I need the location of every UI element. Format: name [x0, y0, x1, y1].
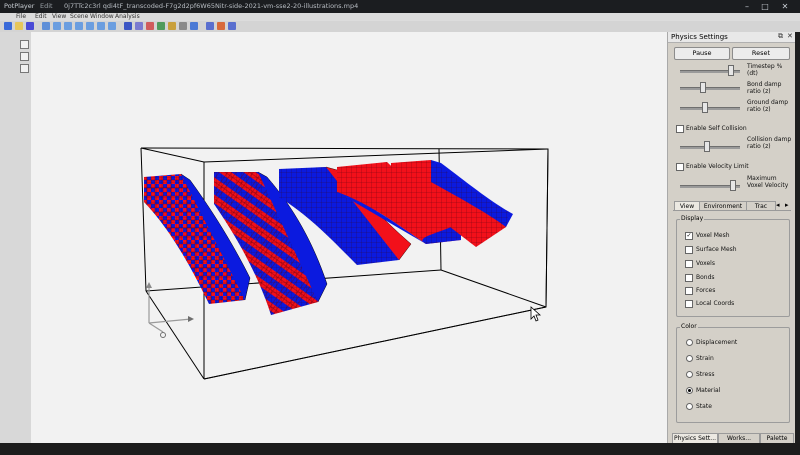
menu-bar: File Edit View Scene Window Analysis	[0, 13, 800, 21]
tab-scroll-left-icon[interactable]: ◂	[776, 201, 780, 209]
simulate-icon[interactable]	[217, 22, 225, 30]
bond-damp-label: Bond damp ratio (z)	[747, 81, 782, 95]
fill-icon[interactable]	[168, 22, 176, 30]
collision-damp-label: Collision damp ratio (z)	[747, 136, 792, 150]
collision-damp-slider-track[interactable]	[680, 146, 740, 149]
surface-mesh-checkbox[interactable]	[685, 246, 693, 254]
view-top-icon[interactable]	[97, 22, 105, 30]
voxels-label: Voxels	[696, 260, 715, 267]
panel-titlebar: Physics Settings ⧉ ✕	[668, 32, 796, 43]
view-right-icon[interactable]	[86, 22, 94, 30]
open-icon[interactable]	[15, 22, 23, 30]
titlebar-menu[interactable]: Edit	[40, 2, 53, 10]
max-velocity-label: Maximum Voxel Velocity	[747, 175, 789, 189]
select-icon[interactable]	[135, 22, 143, 30]
velocity-limit-checkbox[interactable]	[676, 163, 684, 171]
displacement-radio[interactable]	[686, 339, 693, 346]
pause-button[interactable]: Pause	[674, 47, 730, 60]
reset-button[interactable]: Reset	[732, 47, 790, 60]
close-icon[interactable]: ✕	[787, 32, 793, 40]
bond-damp-slider[interactable]	[700, 82, 706, 93]
view-front-icon[interactable]	[53, 22, 61, 30]
display-group-title: Display	[680, 215, 705, 222]
timestep-label: Timestep % (dt)	[747, 63, 783, 77]
close-icon[interactable]: ✕	[778, 1, 792, 12]
new-icon[interactable]	[4, 22, 12, 30]
bounding-box-front	[203, 306, 547, 380]
tab-divider	[673, 210, 791, 211]
export-icon[interactable]	[228, 22, 236, 30]
erase-icon[interactable]	[179, 22, 187, 30]
menu-window[interactable]: Window	[90, 13, 114, 20]
view-back-icon[interactable]	[64, 22, 72, 30]
bond-damp-slider-track[interactable]	[680, 87, 740, 90]
save-icon[interactable]	[26, 22, 34, 30]
voxel-mesh-label: Voxel Mesh	[696, 232, 730, 239]
color-group-title: Color	[680, 323, 698, 330]
local-coords-checkbox[interactable]	[685, 300, 693, 308]
left-tool-column	[0, 32, 32, 443]
voxel-mesh-checkbox[interactable]: ✓	[685, 232, 693, 240]
3d-viewport[interactable]	[31, 32, 667, 443]
stress-label: Stress	[696, 371, 715, 378]
menu-edit[interactable]: Edit	[35, 13, 47, 20]
collision-damp-slider[interactable]	[704, 141, 710, 152]
physics-settings-panel: Physics Settings ⧉ ✕ Pause Reset Timeste…	[667, 32, 796, 444]
strain-label: Strain	[696, 355, 714, 362]
stress-radio[interactable]	[686, 371, 693, 378]
view-bottom-icon[interactable]	[108, 22, 116, 30]
state-radio[interactable]	[686, 403, 693, 410]
minimize-icon[interactable]: –	[740, 1, 754, 12]
ground-damp-slider-track[interactable]	[680, 107, 740, 110]
maximize-icon[interactable]: □	[758, 1, 772, 12]
tab-scroll-right-icon[interactable]: ▸	[785, 201, 789, 209]
self-collision-checkbox[interactable]	[676, 125, 684, 133]
timestep-slider[interactable]	[728, 65, 734, 76]
local-coords-label: Local Coords	[696, 300, 735, 307]
layer-icon[interactable]	[190, 22, 198, 30]
voxels-checkbox[interactable]	[685, 260, 693, 268]
menu-scene[interactable]: Scene	[70, 13, 88, 20]
state-label: State	[696, 403, 712, 410]
max-velocity-slider[interactable]	[730, 180, 736, 191]
forces-label: Forces	[696, 287, 716, 294]
bonds-label: Bonds	[696, 274, 715, 281]
window-titlebar: PotPlayer Edit 0j7TTc2c3rl qdi4tF_transc…	[0, 0, 800, 13]
material-label: Material	[696, 387, 721, 394]
material-radio[interactable]	[686, 387, 693, 394]
view-left-icon[interactable]	[75, 22, 83, 30]
app-name[interactable]: PotPlayer	[4, 2, 34, 10]
voxel-scene[interactable]	[31, 32, 667, 443]
rotate-tool-icon[interactable]	[20, 64, 29, 73]
surface-mesh-label: Surface Mesh	[696, 246, 737, 253]
physics-icon[interactable]	[206, 22, 214, 30]
draw-icon[interactable]	[146, 22, 154, 30]
self-collision-label: Enable Self Collision	[686, 125, 747, 132]
paint-icon[interactable]	[157, 22, 165, 30]
bonds-checkbox[interactable]	[685, 274, 693, 282]
menu-view[interactable]: View	[52, 13, 66, 20]
player-bottom-bar	[0, 443, 800, 455]
menu-analysis[interactable]: Analysis	[115, 13, 140, 20]
zoom-icon[interactable]	[42, 22, 50, 30]
menu-file[interactable]: File	[16, 13, 26, 20]
grid-icon[interactable]	[124, 22, 132, 30]
box-tool-icon[interactable]	[20, 52, 29, 61]
strain-radio[interactable]	[686, 355, 693, 362]
forces-checkbox[interactable]	[685, 287, 693, 295]
restore-icon[interactable]: ⧉	[778, 32, 783, 41]
ground-damp-slider[interactable]	[702, 102, 708, 113]
window-right-edge	[795, 32, 800, 443]
file-name: 0j7TTc2c3rl qdi4tF_transcoded-F7g2d2pf6W…	[64, 2, 359, 10]
displacement-label: Displacement	[696, 339, 738, 346]
ground-damp-label: Ground damp ratio (z)	[747, 99, 789, 113]
panel-title: Physics Settings	[671, 33, 728, 41]
pointer-tool-icon[interactable]	[20, 40, 29, 49]
velocity-limit-label: Enable Velocity Limit	[686, 163, 749, 170]
